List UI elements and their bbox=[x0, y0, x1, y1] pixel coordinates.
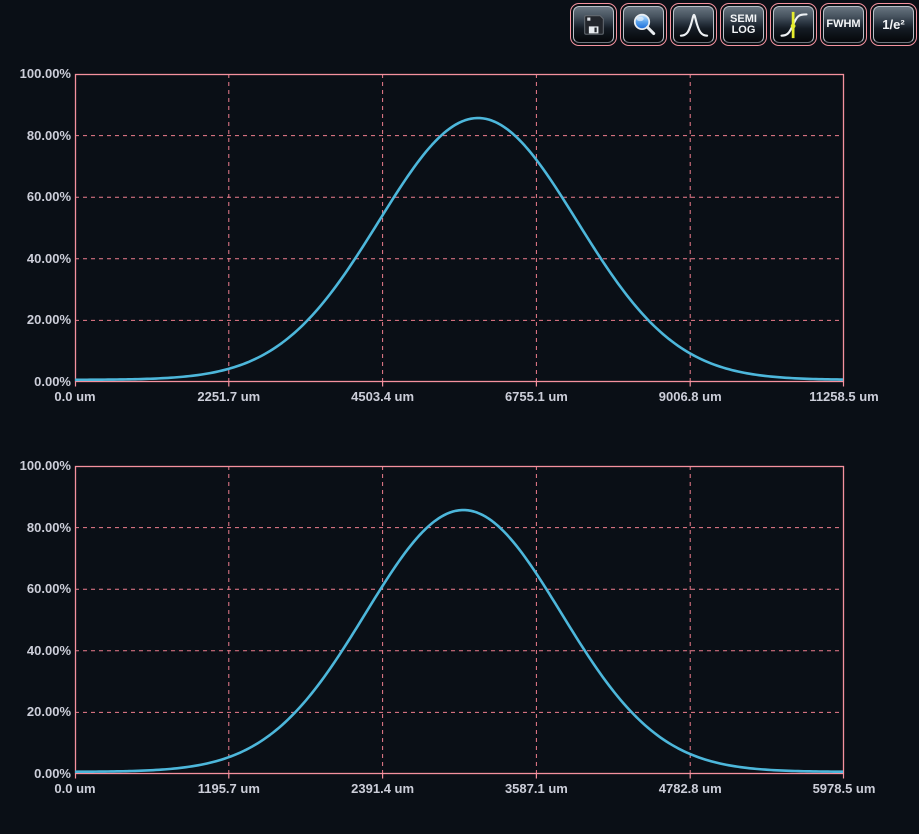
x-tick-label: 11258.5 um bbox=[809, 389, 878, 405]
floppy-disk-icon bbox=[580, 11, 608, 39]
magnifier-icon bbox=[630, 11, 658, 39]
x-tick-label: 1195.7 um bbox=[198, 781, 260, 797]
plot-surface[interactable] bbox=[75, 466, 844, 784]
plot-border bbox=[76, 467, 844, 774]
y-tick-label: 20.00% bbox=[0, 312, 71, 328]
one-over-e2-button[interactable]: 1/e² bbox=[870, 3, 917, 46]
y-tick-label: 40.00% bbox=[0, 251, 71, 267]
profile-chart-bottom: 100.00%80.00%60.00%40.00%20.00%0.00% 0.0… bbox=[0, 466, 919, 800]
x-tick-label: 3587.1 um bbox=[505, 781, 568, 797]
y-axis-tick-labels: 100.00%80.00%60.00%40.00%20.00%0.00% bbox=[0, 74, 71, 382]
beam-profiler-window: SEMI LOG FWHM 1/e² bbox=[0, 0, 919, 834]
y-tick-label: 40.00% bbox=[0, 643, 71, 659]
gaussian-fit-button[interactable] bbox=[670, 3, 717, 46]
semi-log-label-line1: SEMI bbox=[730, 14, 757, 25]
x-tick-label: 2251.7 um bbox=[197, 389, 260, 405]
fwhm-label: FWHM bbox=[826, 19, 860, 30]
x-tick-label: 9006.8 um bbox=[659, 389, 722, 405]
x-axis-tick-labels: 0.0 um2251.7 um4503.4 um6755.1 um9006.8 … bbox=[75, 389, 844, 407]
beam-profile-curve bbox=[75, 510, 843, 772]
profile-chart-top: 100.00%80.00%60.00%40.00%20.00%0.00% 0.0… bbox=[0, 74, 919, 408]
semi-log-button[interactable]: SEMI LOG bbox=[720, 3, 767, 46]
save-button[interactable] bbox=[570, 3, 617, 46]
x-tick-label: 2391.4 um bbox=[351, 781, 414, 797]
zoom-button[interactable] bbox=[620, 3, 667, 46]
toolbar: SEMI LOG FWHM 1/e² bbox=[570, 3, 917, 46]
x-tick-label: 5978.5 um bbox=[813, 781, 876, 797]
y-tick-label: 60.00% bbox=[0, 189, 71, 205]
y-tick-label: 80.00% bbox=[0, 520, 71, 536]
y-tick-label: 80.00% bbox=[0, 128, 71, 144]
plot-surface[interactable] bbox=[75, 74, 844, 392]
x-axis-tick-labels: 0.0 um1195.7 um2391.4 um3587.1 um4782.8 … bbox=[75, 781, 844, 799]
x-tick-label: 6755.1 um bbox=[505, 389, 568, 405]
y-tick-label: 100.00% bbox=[0, 458, 71, 474]
x-tick-label: 0.0 um bbox=[54, 781, 95, 797]
y-tick-label: 60.00% bbox=[0, 581, 71, 597]
x-tick-label: 4782.8 um bbox=[659, 781, 722, 797]
x-tick-label: 0.0 um bbox=[54, 389, 95, 405]
y-tick-label: 0.00% bbox=[0, 766, 71, 782]
knife-edge-button[interactable] bbox=[770, 3, 817, 46]
beam-profile-curve bbox=[75, 118, 843, 380]
y-tick-label: 20.00% bbox=[0, 704, 71, 720]
plot-border bbox=[76, 75, 844, 382]
bell-curve-icon bbox=[679, 10, 709, 40]
y-axis-tick-labels: 100.00%80.00%60.00%40.00%20.00%0.00% bbox=[0, 466, 71, 774]
y-tick-label: 0.00% bbox=[0, 374, 71, 390]
y-tick-label: 100.00% bbox=[0, 66, 71, 82]
fwhm-button[interactable]: FWHM bbox=[820, 3, 867, 46]
semi-log-label-line2: LOG bbox=[732, 25, 756, 36]
x-tick-label: 4503.4 um bbox=[351, 389, 414, 405]
knife-edge-curve-icon bbox=[779, 10, 809, 40]
one-over-e2-label: 1/e² bbox=[882, 18, 904, 31]
